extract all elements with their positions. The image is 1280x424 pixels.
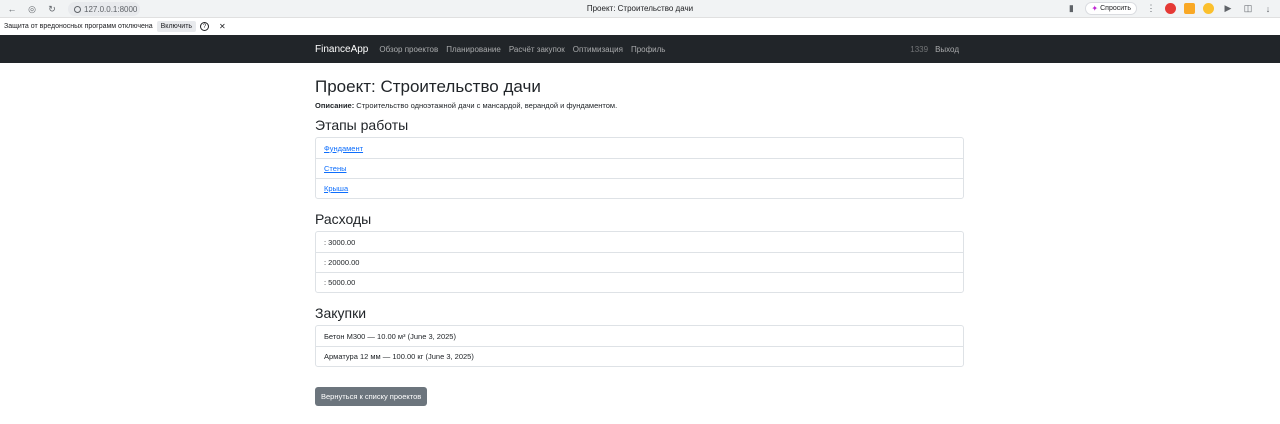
stages-heading: Этапы работы <box>315 117 409 133</box>
reload-icon[interactable]: ↻ <box>46 3 58 15</box>
adblock-extension-icon[interactable] <box>1165 3 1176 14</box>
back-arrow-icon[interactable]: ← <box>6 3 18 15</box>
logout-link[interactable]: Выход <box>935 45 959 54</box>
back-to-projects-button[interactable]: Вернуться к списку проектов <box>315 387 428 406</box>
description-text: Строительство одноэтажной дачи с мансард… <box>354 101 618 110</box>
tab-title: Проект: Строительство дачи <box>586 4 694 13</box>
forward-icon[interactable]: ◎ <box>26 3 38 15</box>
extension-icon[interactable] <box>1184 3 1195 14</box>
list-item: Крыша <box>316 178 963 198</box>
project-detail: Проект: Строительство дачи Описание: Стр… <box>315 63 964 406</box>
expenses-list: : 3000.00 : 20000.00 : 5000.00 <box>315 231 964 293</box>
project-description: Описание: Строительство одноэтажной дачи… <box>315 101 964 111</box>
help-icon[interactable]: ? <box>200 22 210 31</box>
address-bar[interactable]: 127.0.0.1:8000 <box>68 2 140 16</box>
stage-link-roof[interactable]: Крыша <box>324 184 348 193</box>
yellow-extension-icon[interactable] <box>1203 3 1214 14</box>
expense-item: : 5000.00 <box>316 272 963 292</box>
sparkle-icon: ✦ <box>1091 4 1099 13</box>
expense-item: : 20000.00 <box>316 252 963 272</box>
nav-link-overview[interactable]: Обзор проектов <box>379 45 438 54</box>
bookmark-icon[interactable]: ▮ <box>1065 3 1077 15</box>
infobar-message: Защита от вредоносных программ отключена <box>4 23 153 30</box>
stage-link-walls[interactable]: Стены <box>324 164 346 173</box>
menu-dots-icon[interactable]: ⋮ <box>1145 3 1157 15</box>
ask-button[interactable]: ✦ Спросить <box>1085 2 1137 15</box>
expense-item: : 3000.00 <box>324 237 356 247</box>
list-item: Фундамент <box>316 138 963 158</box>
stage-link-foundation[interactable]: Фундамент <box>324 144 363 153</box>
nav-link-profile[interactable]: Профиль <box>631 45 666 54</box>
app-navbar: FinanceApp Обзор проектов Планирование Р… <box>0 35 1280 63</box>
security-infobar: Защита от вредоносных программ отключена… <box>0 18 1280 35</box>
site-info-icon[interactable] <box>74 5 81 13</box>
close-icon[interactable]: ✕ <box>219 22 226 31</box>
brand-link[interactable]: FinanceApp <box>315 44 368 55</box>
nav-link-planning[interactable]: Планирование <box>446 45 501 54</box>
user-id: 1339 <box>910 44 929 54</box>
purchase-item: Арматура 12 мм — 100.00 кг (June 3, 2025… <box>316 346 963 366</box>
purchases-list: Бетон М300 — 10.00 м³ (June 3, 2025) Арм… <box>315 325 964 367</box>
address-bar-url: 127.0.0.1:8000 <box>84 4 138 14</box>
description-label: Описание: <box>315 101 355 110</box>
page-title: Проект: Строительство дачи <box>315 77 541 96</box>
nav-link-purchase-calc[interactable]: Расчёт закупок <box>509 45 565 54</box>
purchases-heading: Закупки <box>315 305 367 321</box>
media-icon[interactable]: ▶ <box>1222 3 1234 15</box>
extensions-puzzle-icon[interactable]: ◫ <box>1242 3 1254 15</box>
list-item: Стены <box>316 158 963 178</box>
download-icon[interactable]: ↓ <box>1262 3 1274 15</box>
nav-link-optimization[interactable]: Оптимизация <box>573 45 623 54</box>
expenses-heading: Расходы <box>315 211 372 227</box>
stages-list: Фундамент Стены Крыша <box>315 137 964 199</box>
purchase-item: Бетон М300 — 10.00 м³ (June 3, 2025) <box>324 331 456 341</box>
enable-protection-button[interactable]: Включить <box>156 21 197 32</box>
ask-button-label: Спросить <box>1100 5 1131 12</box>
browser-toolbar: ← ◎ ↻ 127.0.0.1:8000 Проект: Строительст… <box>0 0 1280 18</box>
